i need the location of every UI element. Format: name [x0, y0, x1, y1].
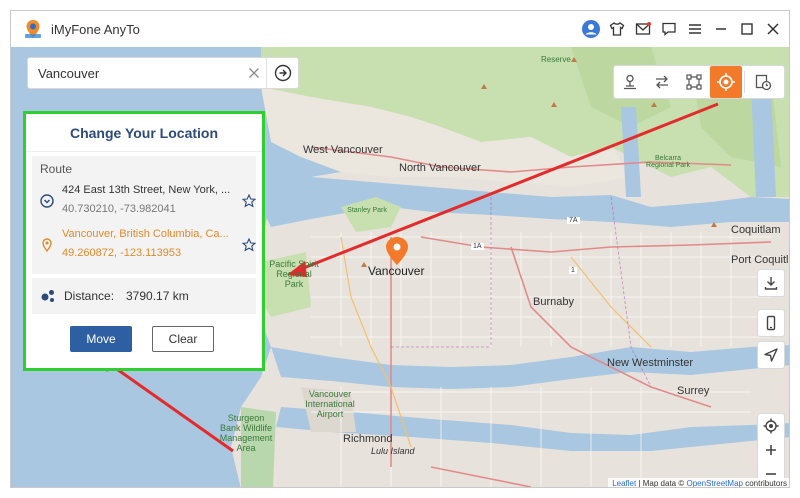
shirt-icon[interactable]	[607, 19, 627, 39]
map-label-sturgeon-bank: Sturgeon Bank Wildlife Management Area	[219, 413, 273, 453]
history-clock-icon	[755, 74, 772, 91]
close-icon[interactable]	[763, 19, 783, 39]
map-label-belcarra: Belcarra Regional Park	[646, 155, 690, 169]
leaflet-link[interactable]: Leaflet	[612, 479, 636, 487]
clear-search-icon[interactable]	[246, 65, 262, 81]
menu-icon[interactable]	[685, 19, 705, 39]
move-button[interactable]: Move	[70, 326, 132, 352]
multi-spot-route-icon	[686, 74, 702, 90]
plus-icon	[766, 445, 776, 455]
map-label-highway-1a: 1A	[471, 243, 484, 250]
attribution-sep: | Map data ©	[638, 479, 685, 488]
destination-coords: 49.260872, -123.113953	[62, 247, 182, 259]
zoom-controls	[757, 413, 785, 485]
pin-stand-icon	[624, 74, 636, 90]
map-attribution: Leaflet | Map data © OpenStreetMap contr…	[608, 478, 789, 488]
mail-icon[interactable]	[633, 19, 653, 39]
route-label: Route	[40, 162, 73, 176]
map-label-port-coquitlam: Port Coquitlam	[731, 254, 789, 266]
clear-button[interactable]: Clear	[152, 326, 214, 352]
navigate-arrow-icon	[764, 348, 778, 362]
history-button[interactable]	[747, 66, 779, 98]
attribution-contrib: contributors	[745, 479, 787, 488]
distance-section: Distance: 3790.17 km	[32, 278, 256, 314]
start-address: 424 East 13th Street, New York, ...	[62, 184, 231, 196]
two-spot-route-icon	[656, 75, 668, 89]
app-title: iMyFone AnyTo	[51, 21, 140, 37]
map-label-reserve: Reserve	[541, 55, 571, 64]
destination-address: Vancouver, British Columbia, Ca...	[62, 228, 229, 240]
mode-toolbar	[613, 65, 785, 99]
two-spot-mode-button[interactable]	[646, 66, 678, 98]
title-bar: iMyFone AnyTo	[11, 11, 789, 47]
map-label-lulu-island: Lulu Island	[371, 446, 415, 456]
center-target-button[interactable]	[758, 414, 784, 438]
locate-me-button[interactable]	[757, 341, 785, 369]
start-coords: 40.730210, -73.982041	[62, 203, 176, 215]
map-label-richmond: Richmond	[343, 433, 393, 445]
distance-icon	[41, 290, 54, 302]
phone-icon	[766, 315, 776, 331]
search-input[interactable]	[38, 65, 238, 81]
favorite-star-icon[interactable]	[242, 194, 256, 208]
distance-value: 3790.17 km	[126, 289, 189, 303]
arrow-right-circle-icon	[274, 64, 291, 82]
route-section: Route 424 East 13th Street, New York, ..…	[32, 156, 256, 274]
target-icon	[717, 73, 735, 91]
route-start-item[interactable]: 424 East 13th Street, New York, ... 40.7…	[40, 184, 262, 222]
map-label-stanley-park: Stanley Park	[347, 207, 387, 214]
device-button[interactable]	[757, 309, 785, 337]
panel-title: Change Your Location	[26, 114, 262, 152]
change-location-panel: Change Your Location Route 424 East 13th…	[23, 111, 265, 371]
multi-spot-mode-button[interactable]	[678, 66, 710, 98]
mode-divider	[744, 71, 745, 93]
map-label-west-vancouver: West Vancouver	[303, 144, 383, 156]
download-icon	[764, 277, 778, 290]
distance-label: Distance:	[64, 289, 115, 303]
map-label-north-vancouver: North Vancouver	[399, 162, 481, 174]
map-label-new-westminster: New Westminster	[607, 357, 693, 369]
search-box	[27, 57, 299, 89]
map-label-highway-1: 1	[569, 267, 577, 274]
teleport-mode-button[interactable]	[614, 66, 646, 98]
favorite-star-icon[interactable]	[242, 238, 256, 252]
destination-pin-icon	[42, 238, 52, 252]
start-point-icon	[40, 194, 54, 208]
target-mode-button[interactable]	[710, 66, 742, 98]
import-gpx-button[interactable]	[757, 269, 785, 297]
app-window: iMyFone AnyTo Reserve West Vancouver Nor…	[10, 10, 790, 488]
search-go-button[interactable]	[266, 58, 298, 88]
map-label-pacific-spirit: Pacific Spirit Regional Park	[269, 259, 319, 289]
osm-link[interactable]: OpenStreetMap	[686, 479, 742, 487]
map-label-burnaby: Burnaby	[533, 296, 574, 308]
zoom-in-button[interactable]	[758, 438, 784, 462]
user-avatar-icon[interactable]	[581, 19, 601, 39]
map-label-coquitlam: Coquitlam	[731, 224, 781, 236]
map-label-highway-7a: 7A	[567, 217, 580, 224]
map-label-vancouver-airport: Vancouver International Airport	[305, 389, 355, 419]
app-logo-icon	[23, 19, 43, 39]
location-pin-icon	[386, 237, 408, 265]
maximize-icon[interactable]	[737, 19, 757, 39]
route-destination-item[interactable]: Vancouver, British Columbia, Ca... 49.26…	[40, 228, 262, 266]
map-label-vancouver: Vancouver	[368, 264, 425, 278]
feedback-icon[interactable]	[659, 19, 679, 39]
map-label-surrey: Surrey	[677, 385, 710, 397]
minimize-icon[interactable]	[711, 19, 731, 39]
crosshair-icon	[763, 418, 779, 434]
